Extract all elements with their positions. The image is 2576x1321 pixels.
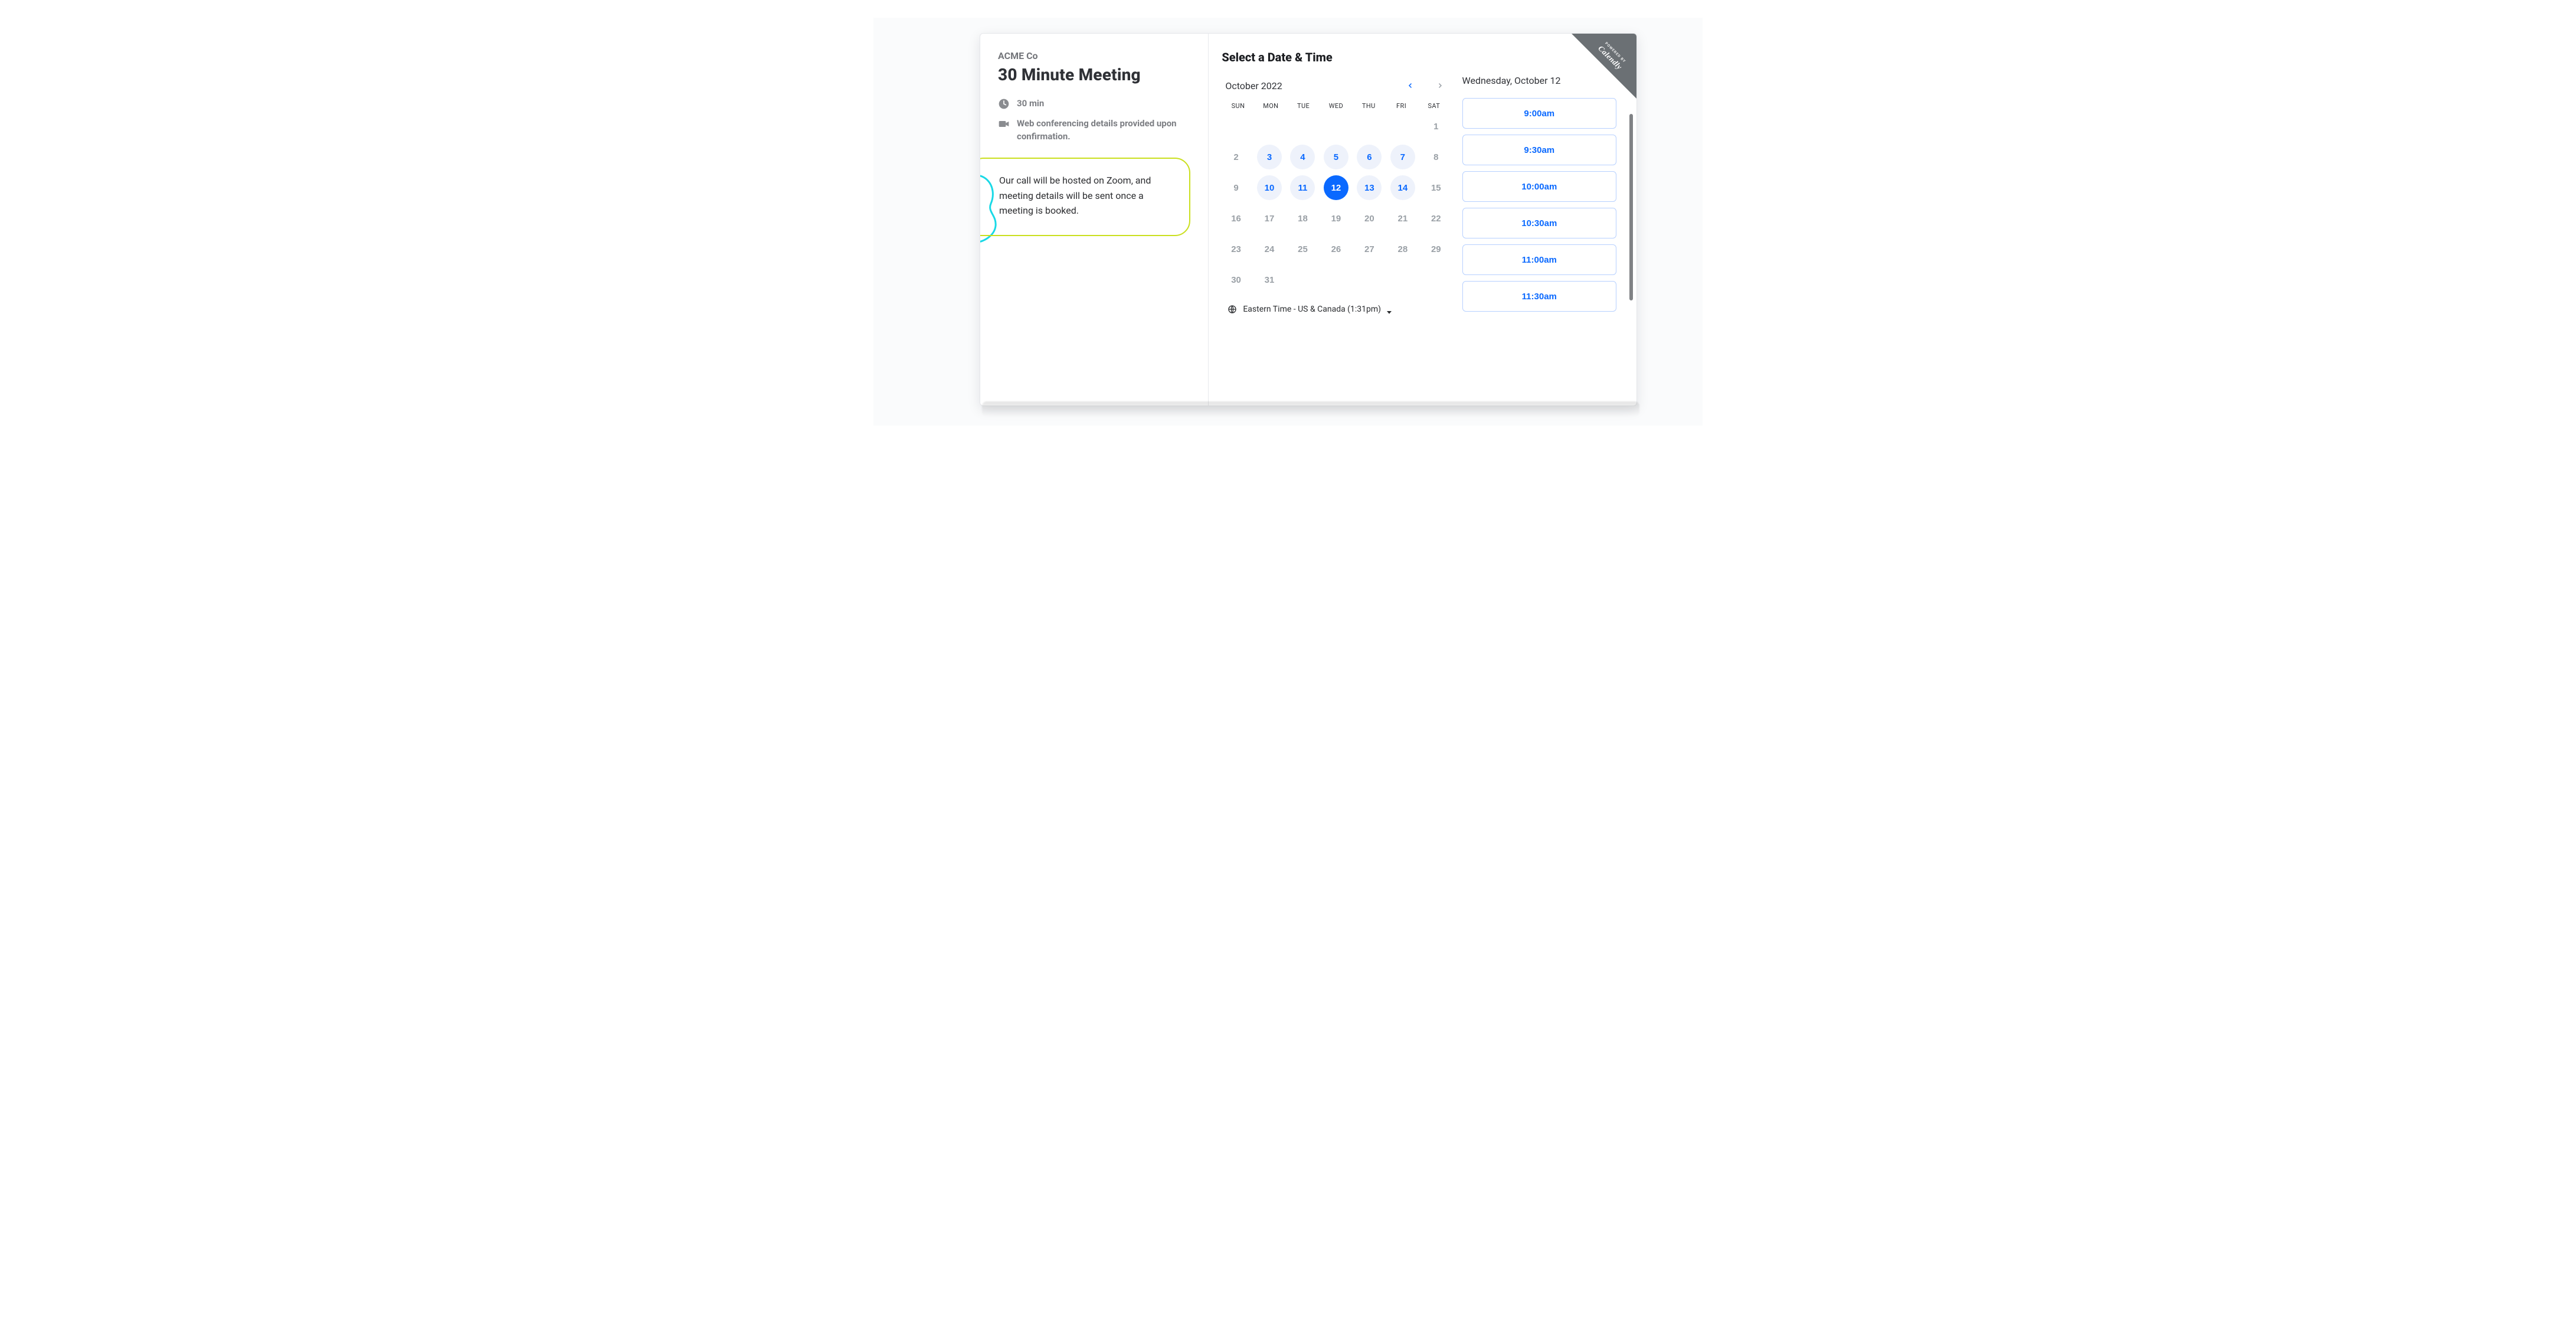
calendar-day: 22 — [1423, 206, 1448, 231]
event-title: 30 Minute Meeting — [998, 65, 1192, 84]
clock-icon — [998, 98, 1010, 110]
event-description: Our call will be hosted on Zoom, and mee… — [999, 173, 1175, 218]
calendar-day: 19 — [1324, 206, 1348, 231]
calendar-day: 17 — [1257, 206, 1282, 231]
selected-date-label: Wednesday, October 12 — [1462, 75, 1621, 86]
day-of-week-label: MON — [1255, 102, 1287, 110]
calendar-day: 31 — [1257, 267, 1282, 292]
timeslot-scrollbar[interactable] — [1629, 114, 1633, 300]
calendar-day: 18 — [1290, 206, 1315, 231]
calendar-day[interactable]: 11 — [1290, 175, 1315, 200]
calendar-day: 2 — [1224, 145, 1249, 169]
day-of-week-label: TUE — [1287, 102, 1320, 110]
day-of-week-label: SAT — [1418, 102, 1450, 110]
calendar-day: 1 — [1423, 114, 1448, 139]
day-of-week-label: THU — [1353, 102, 1385, 110]
calendar-day[interactable]: 10 — [1257, 175, 1282, 200]
day-of-week-row: SUNMONTUEWEDTHUFRISAT — [1222, 102, 1450, 110]
calendar-day: 8 — [1423, 145, 1448, 169]
calendar-day: 30 — [1224, 267, 1249, 292]
event-details-panel: ACME Co 30 Minute Meeting 30 min Web con… — [980, 34, 1209, 406]
timeslot-button[interactable]: 10:30am — [1462, 208, 1616, 238]
chevron-left-icon — [1407, 82, 1414, 89]
calendar-day: 16 — [1224, 206, 1249, 231]
calendar-day[interactable]: 6 — [1357, 145, 1382, 169]
timeslot-button[interactable]: 11:00am — [1462, 244, 1616, 275]
prev-month-button[interactable] — [1405, 80, 1416, 91]
next-month-button[interactable] — [1434, 80, 1446, 91]
calendar-grid: 1234567891011121314151617181920212223242… — [1222, 113, 1450, 293]
video-icon — [998, 118, 1010, 130]
timeslot-list: 9:00am 9:30am 10:00am 10:30am 11:00am 11:30am — [1462, 98, 1621, 312]
calendar-day[interactable]: 12 — [1324, 175, 1348, 200]
day-of-week-label: WED — [1320, 102, 1352, 110]
select-date-title: Select a Date & Time — [1222, 50, 1450, 64]
calendar-day: 9 — [1224, 175, 1249, 200]
calendar-day: 15 — [1423, 175, 1448, 200]
conference-text: Web conferencing details provided upon c… — [1017, 117, 1192, 143]
org-name: ACME Co — [998, 50, 1192, 61]
calendar-header: October 2022 — [1222, 80, 1450, 91]
calendar-day[interactable]: 4 — [1290, 145, 1315, 169]
calendar-panel: Select a Date & Time October 2022 — [1209, 34, 1456, 406]
calendar-day[interactable]: 5 — [1324, 145, 1348, 169]
calendar-day: 20 — [1357, 206, 1382, 231]
duration-row: 30 min — [998, 97, 1192, 110]
calendar-day: 26 — [1324, 237, 1348, 261]
timeslot-button[interactable]: 10:00am — [1462, 171, 1616, 202]
description-callout: Our call will be hosted on Zoom, and mee… — [980, 158, 1190, 236]
calendar-day[interactable]: 7 — [1390, 145, 1415, 169]
timezone-label: Eastern Time - US & Canada (1:31pm) — [1243, 305, 1381, 314]
booking-widget: POWERED BY Calendly ACME Co 30 Minute Me… — [980, 33, 1637, 406]
calendar-day: 29 — [1423, 237, 1448, 261]
calendar-day[interactable]: 13 — [1357, 175, 1382, 200]
calendar-day: 21 — [1390, 206, 1415, 231]
conference-row: Web conferencing details provided upon c… — [998, 117, 1192, 143]
duration-text: 30 min — [1017, 97, 1044, 110]
calendar-day: 27 — [1357, 237, 1382, 261]
day-of-week-label: FRI — [1385, 102, 1418, 110]
day-of-week-label: SUN — [1222, 102, 1254, 110]
timeslot-panel: Wednesday, October 12 9:00am 9:30am 10:00a… — [1456, 34, 1636, 406]
globe-icon — [1228, 305, 1237, 314]
calendar-day: 28 — [1390, 237, 1415, 261]
calendar-day: 23 — [1224, 237, 1249, 261]
calendar-day: 25 — [1290, 237, 1315, 261]
timezone-selector[interactable]: Eastern Time - US & Canada (1:31pm) — [1222, 305, 1450, 314]
timeslot-button[interactable]: 9:00am — [1462, 98, 1616, 129]
widget-shadow — [982, 401, 1639, 417]
timeslot-button[interactable]: 9:30am — [1462, 135, 1616, 165]
chevron-right-icon — [1436, 82, 1444, 89]
calendar-month-label: October 2022 — [1225, 80, 1282, 91]
calendar-day[interactable]: 14 — [1390, 175, 1415, 200]
calendar-day: 24 — [1257, 237, 1282, 261]
calendar-day[interactable]: 3 — [1257, 145, 1282, 169]
caret-down-icon — [1387, 307, 1392, 312]
timeslot-button[interactable]: 11:30am — [1462, 281, 1616, 312]
